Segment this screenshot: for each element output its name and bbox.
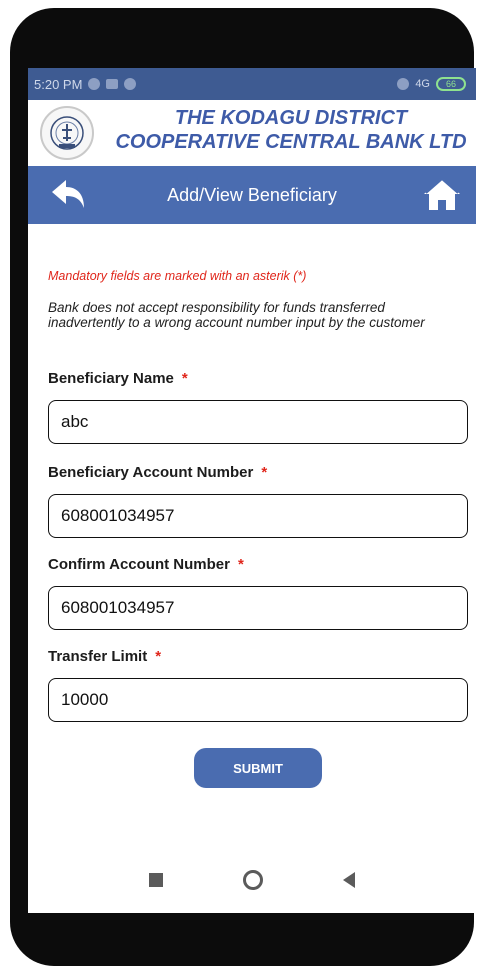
home-icon [424, 177, 460, 210]
battery-level: 66 [445, 79, 456, 89]
app-notification-icon [124, 78, 137, 90]
alarm-icon [397, 78, 410, 90]
disclaimer-text: Bank does not accept responsibility for … [48, 300, 425, 330]
field-label: Beneficiary Account Number [48, 464, 254, 481]
network-type: 4G [415, 78, 430, 90]
field-label: Beneficiary Name [48, 370, 174, 387]
status-bar: 5:20 PM 4G 66 [28, 68, 476, 100]
beneficiary-account-label: Beneficiary Account Number * [48, 464, 267, 481]
battery-icon: 66 [436, 77, 466, 91]
app-screen: 5:20 PM 4G 66 THE KODAGU DISTRICT COOPER… [28, 68, 476, 913]
bank-name-line1: THE KODAGU DISTRICT [174, 107, 408, 129]
status-time: 5:20 PM [34, 76, 83, 92]
required-asterisk: * [261, 464, 268, 481]
bank-name: THE KODAGU DISTRICT COOPERATIVE CENTRAL … [106, 106, 476, 154]
mandatory-note: Mandatory fields are marked with an aste… [48, 269, 307, 283]
submit-button[interactable]: SUBMIT [194, 748, 322, 788]
transfer-limit-input[interactable] [48, 678, 468, 722]
required-asterisk: * [237, 556, 244, 573]
bank-emblem-icon [50, 116, 84, 150]
home-circle-icon[interactable] [243, 870, 263, 890]
bank-logo [40, 106, 94, 160]
nav-bar: Add/View Beneficiary [28, 166, 476, 224]
required-asterisk: * [181, 370, 188, 387]
phone-frame: 5:20 PM 4G 66 THE KODAGU DISTRICT COOPER… [10, 8, 476, 966]
required-asterisk: * [155, 648, 162, 665]
beneficiary-name-input[interactable] [48, 400, 468, 444]
beneficiary-name-label: Beneficiary Name * [48, 370, 188, 387]
page-title: Add/View Beneficiary [167, 185, 337, 205]
bank-name-line2: COOPERATIVE CENTRAL BANK LTD [115, 131, 467, 153]
bank-header: THE KODAGU DISTRICT COOPERATIVE CENTRAL … [28, 100, 476, 166]
confirm-account-label: Confirm Account Number * [48, 556, 244, 573]
back-triangle-icon[interactable] [343, 872, 355, 888]
field-label: Confirm Account Number [48, 556, 230, 573]
system-nav-bar [28, 848, 476, 912]
home-button[interactable] [422, 176, 462, 212]
message-icon [106, 79, 119, 89]
field-label: Transfer Limit [48, 648, 148, 665]
transfer-limit-label: Transfer Limit * [48, 648, 161, 665]
confirm-account-input[interactable] [48, 586, 468, 630]
recent-apps-icon[interactable] [149, 873, 163, 887]
notification-icon [88, 78, 101, 90]
beneficiary-account-input[interactable] [48, 494, 468, 538]
